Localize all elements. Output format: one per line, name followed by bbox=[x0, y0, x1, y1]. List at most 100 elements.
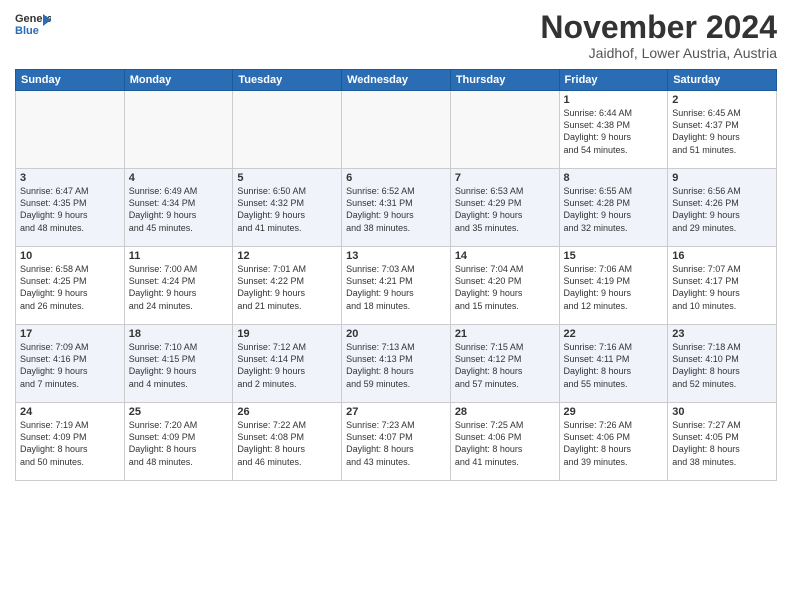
day-info: Sunrise: 7:04 AM Sunset: 4:20 PM Dayligh… bbox=[455, 263, 555, 312]
title-block: November 2024 Jaidhof, Lower Austria, Au… bbox=[540, 10, 777, 61]
day-number: 8 bbox=[564, 172, 664, 184]
table-row: 22Sunrise: 7:16 AM Sunset: 4:11 PM Dayli… bbox=[559, 325, 668, 403]
table-row: 29Sunrise: 7:26 AM Sunset: 4:06 PM Dayli… bbox=[559, 403, 668, 481]
day-number: 15 bbox=[564, 250, 664, 262]
table-row: 12Sunrise: 7:01 AM Sunset: 4:22 PM Dayli… bbox=[233, 247, 342, 325]
day-info: Sunrise: 7:26 AM Sunset: 4:06 PM Dayligh… bbox=[564, 419, 664, 468]
day-number: 21 bbox=[455, 328, 555, 340]
table-row: 13Sunrise: 7:03 AM Sunset: 4:21 PM Dayli… bbox=[342, 247, 451, 325]
table-row: 8Sunrise: 6:55 AM Sunset: 4:28 PM Daylig… bbox=[559, 169, 668, 247]
day-info: Sunrise: 7:00 AM Sunset: 4:24 PM Dayligh… bbox=[129, 263, 229, 312]
day-number: 18 bbox=[129, 328, 229, 340]
calendar-week-1: 1Sunrise: 6:44 AM Sunset: 4:38 PM Daylig… bbox=[16, 91, 777, 169]
day-info: Sunrise: 7:23 AM Sunset: 4:07 PM Dayligh… bbox=[346, 419, 446, 468]
table-row bbox=[16, 91, 125, 169]
table-row bbox=[342, 91, 451, 169]
table-row: 10Sunrise: 6:58 AM Sunset: 4:25 PM Dayli… bbox=[16, 247, 125, 325]
table-row: 20Sunrise: 7:13 AM Sunset: 4:13 PM Dayli… bbox=[342, 325, 451, 403]
col-monday: Monday bbox=[124, 70, 233, 91]
calendar-week-4: 17Sunrise: 7:09 AM Sunset: 4:16 PM Dayli… bbox=[16, 325, 777, 403]
day-info: Sunrise: 7:07 AM Sunset: 4:17 PM Dayligh… bbox=[672, 263, 772, 312]
table-row: 3Sunrise: 6:47 AM Sunset: 4:35 PM Daylig… bbox=[16, 169, 125, 247]
day-info: Sunrise: 7:25 AM Sunset: 4:06 PM Dayligh… bbox=[455, 419, 555, 468]
calendar-week-2: 3Sunrise: 6:47 AM Sunset: 4:35 PM Daylig… bbox=[16, 169, 777, 247]
day-info: Sunrise: 7:09 AM Sunset: 4:16 PM Dayligh… bbox=[20, 341, 120, 390]
day-number: 25 bbox=[129, 406, 229, 418]
day-info: Sunrise: 7:13 AM Sunset: 4:13 PM Dayligh… bbox=[346, 341, 446, 390]
table-row: 16Sunrise: 7:07 AM Sunset: 4:17 PM Dayli… bbox=[668, 247, 777, 325]
day-info: Sunrise: 7:12 AM Sunset: 4:14 PM Dayligh… bbox=[237, 341, 337, 390]
day-info: Sunrise: 6:55 AM Sunset: 4:28 PM Dayligh… bbox=[564, 185, 664, 234]
day-info: Sunrise: 7:27 AM Sunset: 4:05 PM Dayligh… bbox=[672, 419, 772, 468]
table-row bbox=[124, 91, 233, 169]
table-row: 28Sunrise: 7:25 AM Sunset: 4:06 PM Dayli… bbox=[450, 403, 559, 481]
day-info: Sunrise: 7:15 AM Sunset: 4:12 PM Dayligh… bbox=[455, 341, 555, 390]
day-info: Sunrise: 6:52 AM Sunset: 4:31 PM Dayligh… bbox=[346, 185, 446, 234]
calendar-week-5: 24Sunrise: 7:19 AM Sunset: 4:09 PM Dayli… bbox=[16, 403, 777, 481]
day-number: 11 bbox=[129, 250, 229, 262]
table-row: 19Sunrise: 7:12 AM Sunset: 4:14 PM Dayli… bbox=[233, 325, 342, 403]
day-number: 9 bbox=[672, 172, 772, 184]
day-number: 17 bbox=[20, 328, 120, 340]
day-info: Sunrise: 6:58 AM Sunset: 4:25 PM Dayligh… bbox=[20, 263, 120, 312]
day-number: 26 bbox=[237, 406, 337, 418]
day-info: Sunrise: 7:19 AM Sunset: 4:09 PM Dayligh… bbox=[20, 419, 120, 468]
day-number: 10 bbox=[20, 250, 120, 262]
calendar-week-3: 10Sunrise: 6:58 AM Sunset: 4:25 PM Dayli… bbox=[16, 247, 777, 325]
table-row: 14Sunrise: 7:04 AM Sunset: 4:20 PM Dayli… bbox=[450, 247, 559, 325]
day-number: 23 bbox=[672, 328, 772, 340]
day-number: 30 bbox=[672, 406, 772, 418]
table-row: 4Sunrise: 6:49 AM Sunset: 4:34 PM Daylig… bbox=[124, 169, 233, 247]
table-row: 25Sunrise: 7:20 AM Sunset: 4:09 PM Dayli… bbox=[124, 403, 233, 481]
table-row: 26Sunrise: 7:22 AM Sunset: 4:08 PM Dayli… bbox=[233, 403, 342, 481]
day-number: 5 bbox=[237, 172, 337, 184]
day-number: 20 bbox=[346, 328, 446, 340]
col-wednesday: Wednesday bbox=[342, 70, 451, 91]
table-row: 17Sunrise: 7:09 AM Sunset: 4:16 PM Dayli… bbox=[16, 325, 125, 403]
header-row: Sunday Monday Tuesday Wednesday Thursday… bbox=[16, 70, 777, 91]
col-tuesday: Tuesday bbox=[233, 70, 342, 91]
calendar-body: 1Sunrise: 6:44 AM Sunset: 4:38 PM Daylig… bbox=[16, 91, 777, 481]
table-row: 6Sunrise: 6:52 AM Sunset: 4:31 PM Daylig… bbox=[342, 169, 451, 247]
day-number: 3 bbox=[20, 172, 120, 184]
day-number: 1 bbox=[564, 94, 664, 106]
calendar-header: Sunday Monday Tuesday Wednesday Thursday… bbox=[16, 70, 777, 91]
table-row: 11Sunrise: 7:00 AM Sunset: 4:24 PM Dayli… bbox=[124, 247, 233, 325]
day-number: 14 bbox=[455, 250, 555, 262]
table-row: 18Sunrise: 7:10 AM Sunset: 4:15 PM Dayli… bbox=[124, 325, 233, 403]
table-row bbox=[450, 91, 559, 169]
day-number: 27 bbox=[346, 406, 446, 418]
day-number: 16 bbox=[672, 250, 772, 262]
col-friday: Friday bbox=[559, 70, 668, 91]
table-row: 9Sunrise: 6:56 AM Sunset: 4:26 PM Daylig… bbox=[668, 169, 777, 247]
day-info: Sunrise: 6:44 AM Sunset: 4:38 PM Dayligh… bbox=[564, 107, 664, 156]
col-saturday: Saturday bbox=[668, 70, 777, 91]
day-number: 7 bbox=[455, 172, 555, 184]
col-sunday: Sunday bbox=[16, 70, 125, 91]
day-number: 19 bbox=[237, 328, 337, 340]
generalblue-icon: General Blue bbox=[15, 10, 51, 38]
table-row: 21Sunrise: 7:15 AM Sunset: 4:12 PM Dayli… bbox=[450, 325, 559, 403]
location-subtitle: Jaidhof, Lower Austria, Austria bbox=[540, 45, 777, 61]
day-info: Sunrise: 7:20 AM Sunset: 4:09 PM Dayligh… bbox=[129, 419, 229, 468]
day-number: 4 bbox=[129, 172, 229, 184]
day-info: Sunrise: 7:03 AM Sunset: 4:21 PM Dayligh… bbox=[346, 263, 446, 312]
table-row: 27Sunrise: 7:23 AM Sunset: 4:07 PM Dayli… bbox=[342, 403, 451, 481]
day-number: 22 bbox=[564, 328, 664, 340]
table-row: 1Sunrise: 6:44 AM Sunset: 4:38 PM Daylig… bbox=[559, 91, 668, 169]
day-number: 13 bbox=[346, 250, 446, 262]
calendar-table: Sunday Monday Tuesday Wednesday Thursday… bbox=[15, 69, 777, 481]
svg-text:Blue: Blue bbox=[15, 25, 39, 37]
day-info: Sunrise: 6:53 AM Sunset: 4:29 PM Dayligh… bbox=[455, 185, 555, 234]
day-info: Sunrise: 6:56 AM Sunset: 4:26 PM Dayligh… bbox=[672, 185, 772, 234]
day-info: Sunrise: 7:22 AM Sunset: 4:08 PM Dayligh… bbox=[237, 419, 337, 468]
col-thursday: Thursday bbox=[450, 70, 559, 91]
day-info: Sunrise: 7:01 AM Sunset: 4:22 PM Dayligh… bbox=[237, 263, 337, 312]
table-row: 5Sunrise: 6:50 AM Sunset: 4:32 PM Daylig… bbox=[233, 169, 342, 247]
day-info: Sunrise: 6:50 AM Sunset: 4:32 PM Dayligh… bbox=[237, 185, 337, 234]
day-number: 24 bbox=[20, 406, 120, 418]
table-row bbox=[233, 91, 342, 169]
day-info: Sunrise: 7:06 AM Sunset: 4:19 PM Dayligh… bbox=[564, 263, 664, 312]
header: General Blue November 2024 Jaidhof, Lowe… bbox=[15, 10, 777, 61]
table-row: 30Sunrise: 7:27 AM Sunset: 4:05 PM Dayli… bbox=[668, 403, 777, 481]
